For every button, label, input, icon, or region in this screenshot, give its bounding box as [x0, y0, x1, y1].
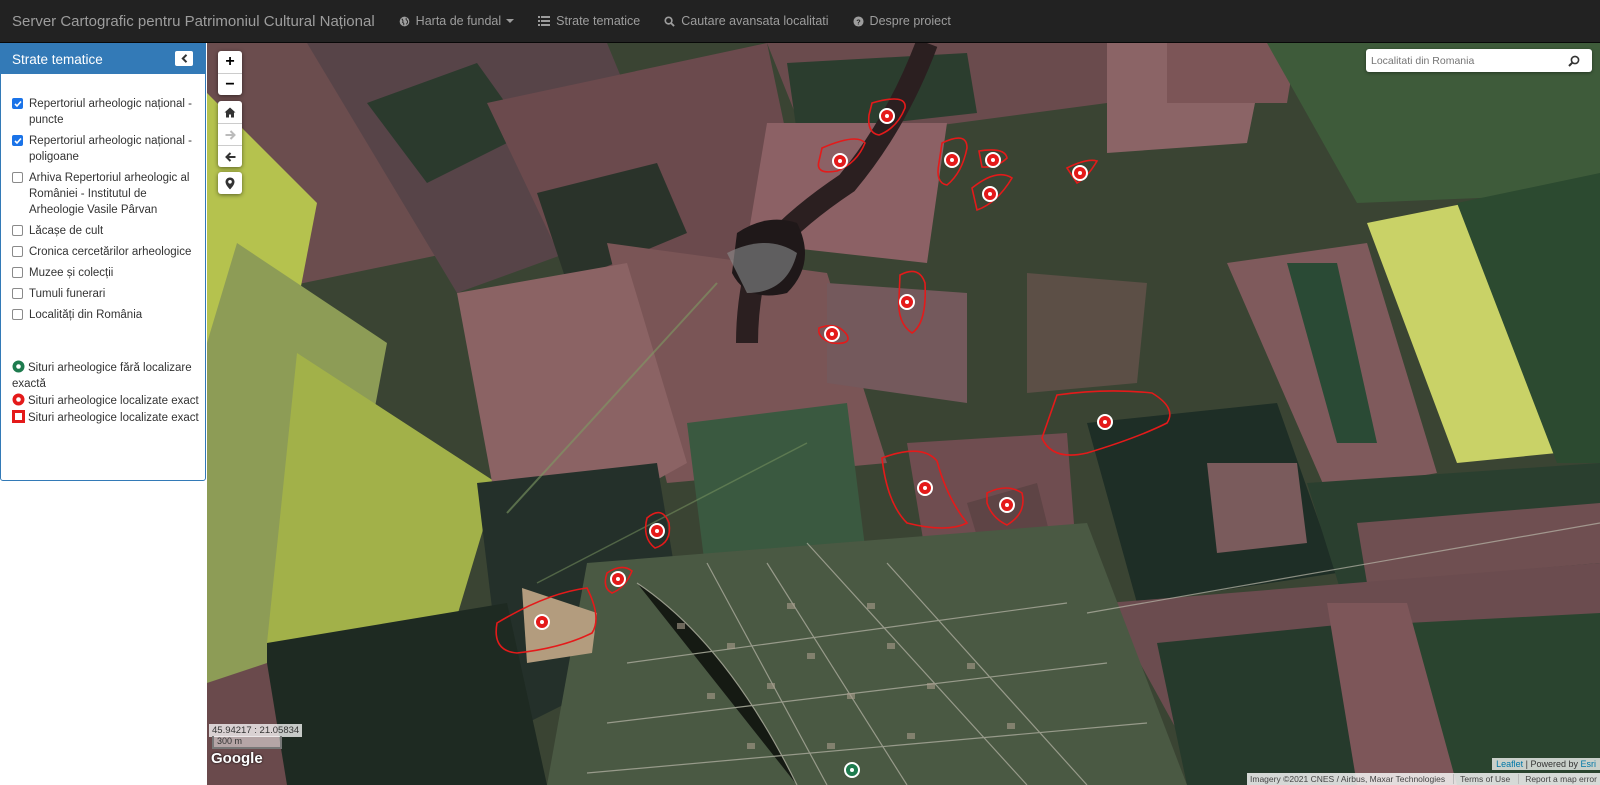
globe-icon [399, 16, 410, 26]
leaflet-link[interactable]: Leaflet [1496, 759, 1523, 769]
home-button[interactable] [218, 101, 242, 123]
nav-about[interactable]: ? Despre proiect [853, 14, 951, 28]
zoom-in-button[interactable]: + [218, 51, 242, 73]
back-button[interactable] [218, 145, 242, 167]
layer-checkbox[interactable] [12, 309, 23, 320]
imagery-attribution: Imagery ©2021 CNES / Airbus, Maxar Techn… [1250, 774, 1446, 784]
layer-list: Repertoriul arheologic național - puncte… [1, 74, 205, 323]
home-icon [224, 107, 236, 117]
layer-item-tumuli[interactable]: Tumuli funerari [12, 286, 205, 302]
layer-item-lacase-de-cult[interactable]: Lăcașe de cult [12, 223, 205, 239]
legend-label: Situri arheologice fără localizare exact… [12, 362, 192, 390]
search-icon[interactable] [1568, 55, 1580, 67]
esri-attribution: Leaflet | Powered by Esri [1492, 758, 1600, 770]
arrow-left-icon [224, 151, 235, 162]
layer-checkbox[interactable] [12, 225, 23, 236]
location-search [1366, 49, 1592, 72]
nav-advanced-search-label: Cautare avansata localitati [681, 14, 829, 28]
map-navigation-control [218, 101, 242, 167]
layer-label: Cronica cercetărilor arheologice [29, 246, 192, 258]
legend-label: Situri arheologice localizate exact [28, 412, 199, 424]
zoom-out-button[interactable]: − [218, 73, 242, 95]
legend: Situri arheologice fără localizare exact… [12, 360, 202, 427]
caret-down-icon [506, 19, 515, 23]
collapse-sidebar-button[interactable] [175, 51, 193, 66]
green-circle-marker-icon [12, 360, 25, 373]
top-navbar: Server Cartografic pentru Patrimoniul Cu… [0, 0, 1600, 43]
map-view[interactable]: + − 45.94217 : 21.05834 300 m Google Lea… [207, 43, 1600, 785]
red-circle-marker-icon [12, 393, 25, 406]
layer-label: Localități din România [29, 309, 143, 321]
layer-label: Repertoriul arheologic național - poligo… [29, 135, 193, 163]
zoom-control: + − [218, 51, 242, 95]
legend-label: Situri arheologice localizate exact [28, 395, 199, 407]
layer-label: Arhiva Repertoriul arheologic al Românie… [29, 172, 190, 216]
nav-basemap[interactable]: Harta de fundal [399, 14, 515, 28]
layer-checkbox[interactable] [12, 172, 23, 183]
arrow-right-icon [225, 129, 236, 140]
list-icon [538, 16, 551, 26]
powered-by-label: Powered by [1530, 759, 1578, 769]
layer-label: Tumuli funerari [29, 288, 106, 300]
layer-checkbox[interactable] [12, 246, 23, 257]
google-attribution: Imagery ©2021 CNES / Airbus, Maxar Techn… [1247, 773, 1600, 785]
layer-label: Lăcașe de cult [29, 225, 104, 237]
thematic-layers-panel: Strate tematice Repertoriul arheologic n… [0, 43, 206, 481]
layer-item-repertoriu-puncte[interactable]: Repertoriul arheologic național - puncte [12, 96, 205, 128]
layer-item-repertoriu-poligoane[interactable]: Repertoriul arheologic național - poligo… [12, 133, 205, 165]
red-square-marker-icon [12, 410, 25, 423]
question-circle-icon: ? [853, 15, 864, 27]
report-map-error-link[interactable]: Report a map error [1518, 774, 1597, 784]
legend-item-located-point: Situri arheologice localizate exact [12, 393, 202, 409]
app-title[interactable]: Server Cartografic pentru Patrimoniul Cu… [12, 13, 375, 30]
google-logo: Google [211, 750, 263, 767]
location-search-input[interactable] [1366, 54, 1566, 67]
nav-advanced-search[interactable]: Cautare avansata localitati [664, 14, 829, 28]
legend-item-unlocated: Situri arheologice fără localizare exact… [12, 360, 202, 392]
nav-thematic-layers-label: Strate tematice [556, 14, 641, 28]
terms-of-use-link[interactable]: Terms of Use [1453, 774, 1510, 784]
layer-label: Repertoriul arheologic național - puncte [29, 98, 193, 126]
panel-title: Strate tematice [12, 51, 103, 67]
sidebar: Strate tematice Repertoriul arheologic n… [0, 43, 207, 785]
check-icon [13, 100, 22, 107]
legend-item-located-polygon: Situri arheologice localizate exact [12, 410, 202, 426]
layer-checkbox[interactable] [12, 135, 23, 146]
layer-checkbox[interactable] [12, 98, 23, 109]
search-icon [664, 15, 675, 27]
layer-item-localitati[interactable]: Localități din România [12, 307, 205, 323]
layer-item-muzee[interactable]: Muzee și colecții [12, 265, 205, 281]
map-marker-icon [225, 177, 235, 189]
layer-label: Muzee și colecții [29, 267, 114, 279]
forward-button[interactable] [218, 123, 242, 145]
layer-item-arhiva-repertoriu[interactable]: Arhiva Repertoriul arheologic al Românie… [12, 170, 205, 218]
satellite-imagery[interactable] [207, 43, 1600, 785]
layer-checkbox[interactable] [12, 288, 23, 299]
locate-button[interactable] [218, 172, 242, 194]
esri-link[interactable]: Esri [1581, 759, 1597, 769]
chevron-left-icon [180, 54, 187, 63]
check-icon [13, 137, 22, 144]
nav-basemap-label: Harta de fundal [415, 14, 502, 28]
layer-checkbox[interactable] [12, 267, 23, 278]
nav-thematic-layers[interactable]: Strate tematice [538, 14, 640, 28]
svg-text:?: ? [856, 17, 861, 26]
nav-about-label: Despre proiect [869, 14, 951, 28]
scale-bar: 300 m [212, 736, 282, 749]
panel-heading: Strate tematice [1, 44, 205, 74]
layer-item-cronica[interactable]: Cronica cercetărilor arheologice [12, 244, 205, 260]
